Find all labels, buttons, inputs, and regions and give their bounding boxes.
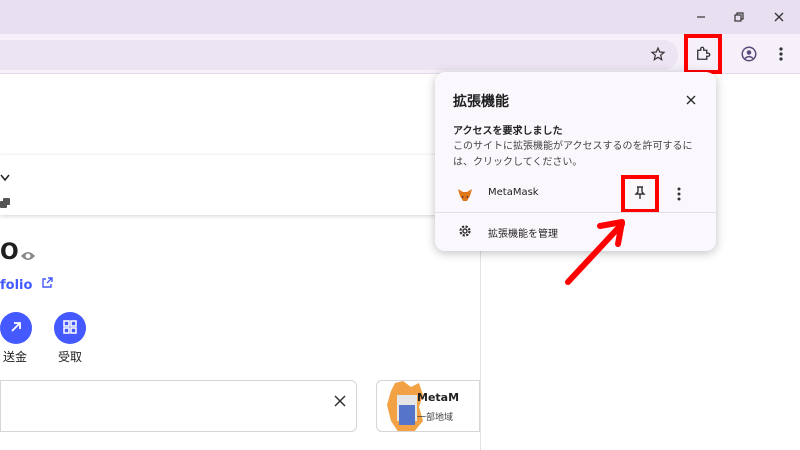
popup-close-icon[interactable] [679, 88, 703, 112]
receive-label: 受取 [58, 350, 83, 364]
metamask-fox-icon [457, 187, 473, 201]
eye-icon[interactable] [20, 247, 36, 266]
extension-name: MetaMask [488, 187, 539, 198]
send-button[interactable] [0, 312, 32, 344]
address-bar[interactable] [0, 40, 678, 70]
minimize-icon[interactable] [689, 6, 713, 28]
request-title: アクセスを要求しました [453, 126, 563, 137]
manage-extensions-label: 拡張機能を管理 [488, 229, 558, 240]
profile-icon[interactable] [734, 39, 764, 69]
restore-icon[interactable] [727, 6, 751, 28]
close-icon[interactable] [767, 6, 791, 28]
notice-banner [0, 380, 357, 432]
portfolio-link-label: folio [0, 278, 33, 293]
balance-text: O [0, 240, 19, 265]
extension-more-icon[interactable] [669, 182, 689, 206]
promo-card[interactable]: MetaM 一部地域 [376, 380, 480, 432]
promo-title: MetaM [417, 391, 460, 404]
extensions-highlight-box [684, 34, 722, 74]
portfolio-link[interactable]: folio [0, 277, 53, 293]
gear-icon [457, 223, 473, 239]
copy-icon[interactable] [0, 193, 10, 212]
request-description: このサイトに拡張機能がアクセスするのを許可するには、クリックしてください。 [453, 141, 693, 168]
extension-row-metamask[interactable]: MetaMask [435, 175, 716, 213]
arrow-up-right-icon [9, 319, 23, 338]
promo-subtitle: 一部地域 [417, 413, 454, 423]
pin-extension-button[interactable] [621, 175, 659, 213]
account-card [0, 155, 480, 215]
pin-icon [634, 185, 646, 204]
annotation-arrow [565, 219, 625, 285]
banner-close-icon[interactable] [334, 392, 346, 411]
popup-title: 拡張機能 [453, 94, 509, 110]
kebab-menu-icon[interactable] [766, 39, 796, 69]
promo-image [385, 381, 427, 431]
browser-toolbar [0, 34, 800, 74]
title-bar [0, 0, 800, 34]
receive-button[interactable] [54, 312, 86, 344]
qr-scan-icon [63, 319, 77, 338]
star-icon[interactable] [643, 39, 673, 69]
external-link-icon [41, 277, 53, 293]
chevron-down-icon[interactable] [0, 167, 10, 186]
send-label: 送金 [3, 350, 28, 364]
